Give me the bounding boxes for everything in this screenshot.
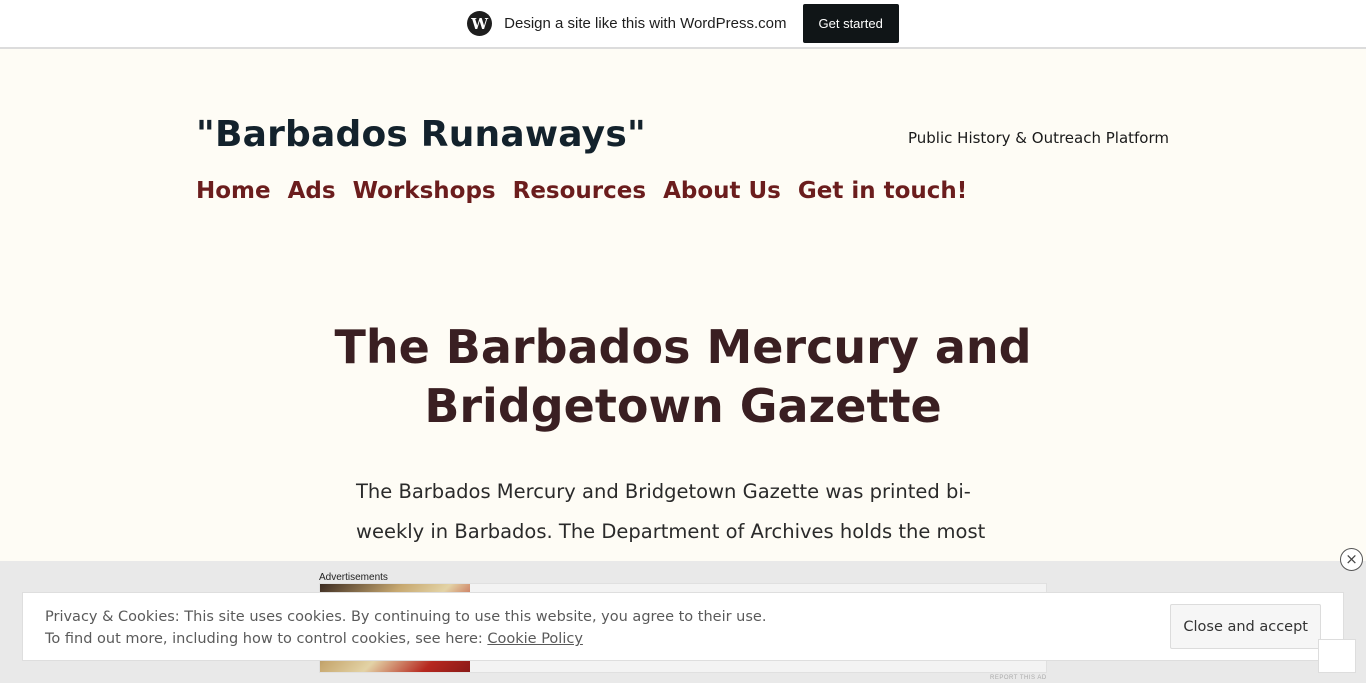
report-ad-link[interactable]: REPORT THIS AD [990,675,1047,681]
main-navigation: Home Ads Workshops Resources About Us Ge… [196,178,984,204]
cookie-policy-link[interactable]: Cookie Policy [487,631,583,647]
wordpress-logo-icon[interactable]: W [467,11,493,36]
ad-label: Advertisements [319,572,388,583]
wordpress-promo-bar: W Design a site like this with WordPress… [0,0,1366,49]
floating-action-button[interactable] [1318,639,1356,673]
promo-text: Design a site like this with WordPress.c… [504,15,787,32]
site-title[interactable]: "Barbados Runaways" [196,114,646,155]
get-started-button[interactable]: Get started [802,4,899,43]
site-description: Public History & Outreach Platform [908,129,1169,147]
nav-home[interactable]: Home [196,178,271,204]
cookie-line-2-prefix: To find out more, including how to contr… [45,631,488,647]
nav-workshops[interactable]: Workshops [353,178,496,204]
cookie-text: Privacy & Cookies: This site uses cookie… [45,606,766,650]
nav-ads[interactable]: Ads [288,178,336,204]
nav-about-us[interactable]: About Us [663,178,781,204]
close-and-accept-button[interactable]: Close and accept [1170,604,1321,649]
cookie-banner: Privacy & Cookies: This site uses cookie… [22,592,1344,661]
nav-get-in-touch[interactable]: Get in touch! [798,178,967,204]
cookie-line-2: To find out more, including how to contr… [45,628,766,650]
article-body: The Barbados Mercury and Bridgetown Gaze… [356,480,986,543]
cookie-line-1: Privacy & Cookies: This site uses cookie… [45,609,767,625]
nav-resources[interactable]: Resources [513,178,646,204]
page-title: The Barbados Mercury and Bridgetown Gaze… [334,320,1032,433]
close-circle-icon[interactable]: × [1340,548,1363,571]
